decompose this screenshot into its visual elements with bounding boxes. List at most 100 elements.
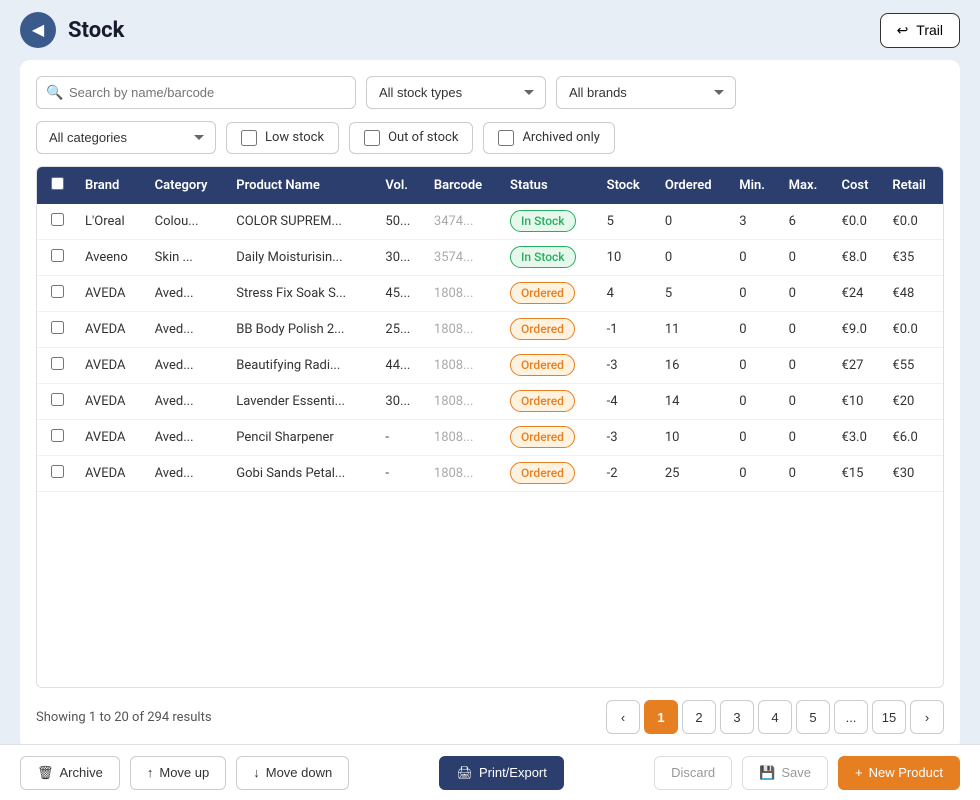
save-button[interactable]: 💾 Save [742, 756, 828, 790]
back-icon: ◀ [32, 20, 44, 40]
row-category: Skin ... [147, 240, 229, 276]
pagination-page-3[interactable]: 3 [720, 700, 754, 734]
row-cost: €10 [834, 384, 885, 420]
stock-type-dropdown[interactable]: All stock types [366, 76, 546, 109]
row-stock: -3 [599, 420, 657, 456]
pagination-next[interactable]: › [910, 700, 944, 734]
pagination-page-5[interactable]: 5 [796, 700, 830, 734]
row-checkbox[interactable] [51, 429, 64, 442]
row-cost: €24 [834, 276, 885, 312]
row-checkbox-cell[interactable] [37, 204, 77, 240]
pagination-page-15[interactable]: 15 [872, 700, 906, 734]
row-max: 0 [781, 276, 834, 312]
row-checkbox-cell[interactable] [37, 348, 77, 384]
row-checkbox[interactable] [51, 285, 64, 298]
col-product: Product Name [228, 167, 377, 204]
row-retail: €35 [884, 240, 943, 276]
table-row[interactable]: AVEDA Aved... Pencil Sharpener - 1808...… [37, 420, 943, 456]
category-dropdown[interactable]: All categories [36, 121, 216, 154]
select-all-checkbox[interactable] [51, 177, 64, 190]
row-brand: Aveeno [77, 240, 147, 276]
row-status: In Stock [502, 240, 599, 276]
col-status: Status [502, 167, 599, 204]
low-stock-filter[interactable]: Low stock [226, 122, 339, 154]
table-row[interactable]: AVEDA Aved... Lavender Essenti... 30... … [37, 384, 943, 420]
row-product: Pencil Sharpener [228, 420, 377, 456]
archived-only-filter[interactable]: Archived only [483, 122, 614, 154]
row-retail: €20 [884, 384, 943, 420]
row-status: Ordered [502, 312, 599, 348]
discard-button[interactable]: Discard [654, 756, 732, 790]
save-label: Save [781, 765, 811, 780]
trail-label: Trail [916, 22, 943, 38]
out-of-stock-label: Out of stock [388, 130, 458, 145]
move-down-label: Move down [266, 765, 332, 780]
row-checkbox[interactable] [51, 357, 64, 370]
back-button[interactable]: ◀ [20, 12, 56, 48]
row-checkbox-cell[interactable] [37, 276, 77, 312]
save-icon: 💾 [759, 765, 775, 781]
archived-only-label: Archived only [522, 130, 599, 145]
row-barcode: 1808... [426, 420, 502, 456]
pagination-page-2[interactable]: 2 [682, 700, 716, 734]
row-stock: -4 [599, 384, 657, 420]
toolbar-center: 🖨 Print/Export [359, 756, 644, 790]
row-product: Beautifying Radi... [228, 348, 377, 384]
select-all-header[interactable] [37, 167, 77, 204]
row-retail: €55 [884, 348, 943, 384]
trail-button[interactable]: ↩ Trail [880, 13, 960, 48]
pagination-ellipsis: ... [834, 700, 868, 734]
row-checkbox[interactable] [51, 321, 64, 334]
new-product-button[interactable]: + New Product [838, 756, 960, 790]
row-checkbox-cell[interactable] [37, 312, 77, 348]
row-checkbox[interactable] [51, 213, 64, 226]
toolbar-left: 🗑 Archive ↑ Move up ↓ Move down [20, 756, 349, 790]
row-brand: AVEDA [77, 312, 147, 348]
row-checkbox-cell[interactable] [37, 240, 77, 276]
archived-only-checkbox[interactable] [498, 130, 514, 146]
print-export-button[interactable]: 🖨 Print/Export [439, 756, 563, 790]
out-of-stock-filter[interactable]: Out of stock [349, 122, 473, 154]
stock-table-container[interactable]: Brand Category Product Name Vol. Barcode… [36, 166, 944, 688]
row-brand: AVEDA [77, 456, 147, 492]
row-vol: 30... [377, 240, 425, 276]
archive-label: Archive [60, 765, 103, 780]
pagination-prev[interactable]: ‹ [606, 700, 640, 734]
row-brand: AVEDA [77, 384, 147, 420]
row-ordered: 16 [657, 348, 731, 384]
out-of-stock-checkbox[interactable] [364, 130, 380, 146]
move-up-label: Move up [159, 765, 209, 780]
col-retail: Retail [884, 167, 943, 204]
low-stock-checkbox[interactable] [241, 130, 257, 146]
table-row[interactable]: AVEDA Aved... Stress Fix Soak S... 45...… [37, 276, 943, 312]
pagination-page-1[interactable]: 1 [644, 700, 678, 734]
row-cost: €27 [834, 348, 885, 384]
row-product: Lavender Essenti... [228, 384, 377, 420]
table-row[interactable]: AVEDA Aved... Gobi Sands Petal... - 1808… [37, 456, 943, 492]
row-max: 0 [781, 420, 834, 456]
search-input[interactable] [36, 76, 356, 109]
brand-dropdown[interactable]: All brands [556, 76, 736, 109]
row-ordered: 0 [657, 204, 731, 240]
table-row[interactable]: AVEDA Aved... BB Body Polish 2... 25... … [37, 312, 943, 348]
row-checkbox-cell[interactable] [37, 420, 77, 456]
row-checkbox-cell[interactable] [37, 456, 77, 492]
table-row[interactable]: L'Oreal Colou... COLOR SUPREM... 50... 3… [37, 204, 943, 240]
archive-button[interactable]: 🗑 Archive [20, 756, 120, 790]
move-up-button[interactable]: ↑ Move up [130, 756, 226, 790]
row-checkbox-cell[interactable] [37, 384, 77, 420]
toolbar-right: Discard 💾 Save + New Product [654, 756, 960, 790]
row-min: 0 [731, 240, 780, 276]
row-checkbox[interactable] [51, 465, 64, 478]
row-barcode: 3574... [426, 240, 502, 276]
row-checkbox[interactable] [51, 393, 64, 406]
row-min: 0 [731, 312, 780, 348]
move-up-icon: ↑ [147, 765, 154, 780]
row-ordered: 11 [657, 312, 731, 348]
pagination-controls: ‹ 1 2 3 4 5 ... 15 › [606, 700, 944, 734]
pagination-page-4[interactable]: 4 [758, 700, 792, 734]
table-row[interactable]: Aveeno Skin ... Daily Moisturisin... 30.… [37, 240, 943, 276]
row-checkbox[interactable] [51, 249, 64, 262]
move-down-button[interactable]: ↓ Move down [236, 756, 349, 790]
table-row[interactable]: AVEDA Aved... Beautifying Radi... 44... … [37, 348, 943, 384]
